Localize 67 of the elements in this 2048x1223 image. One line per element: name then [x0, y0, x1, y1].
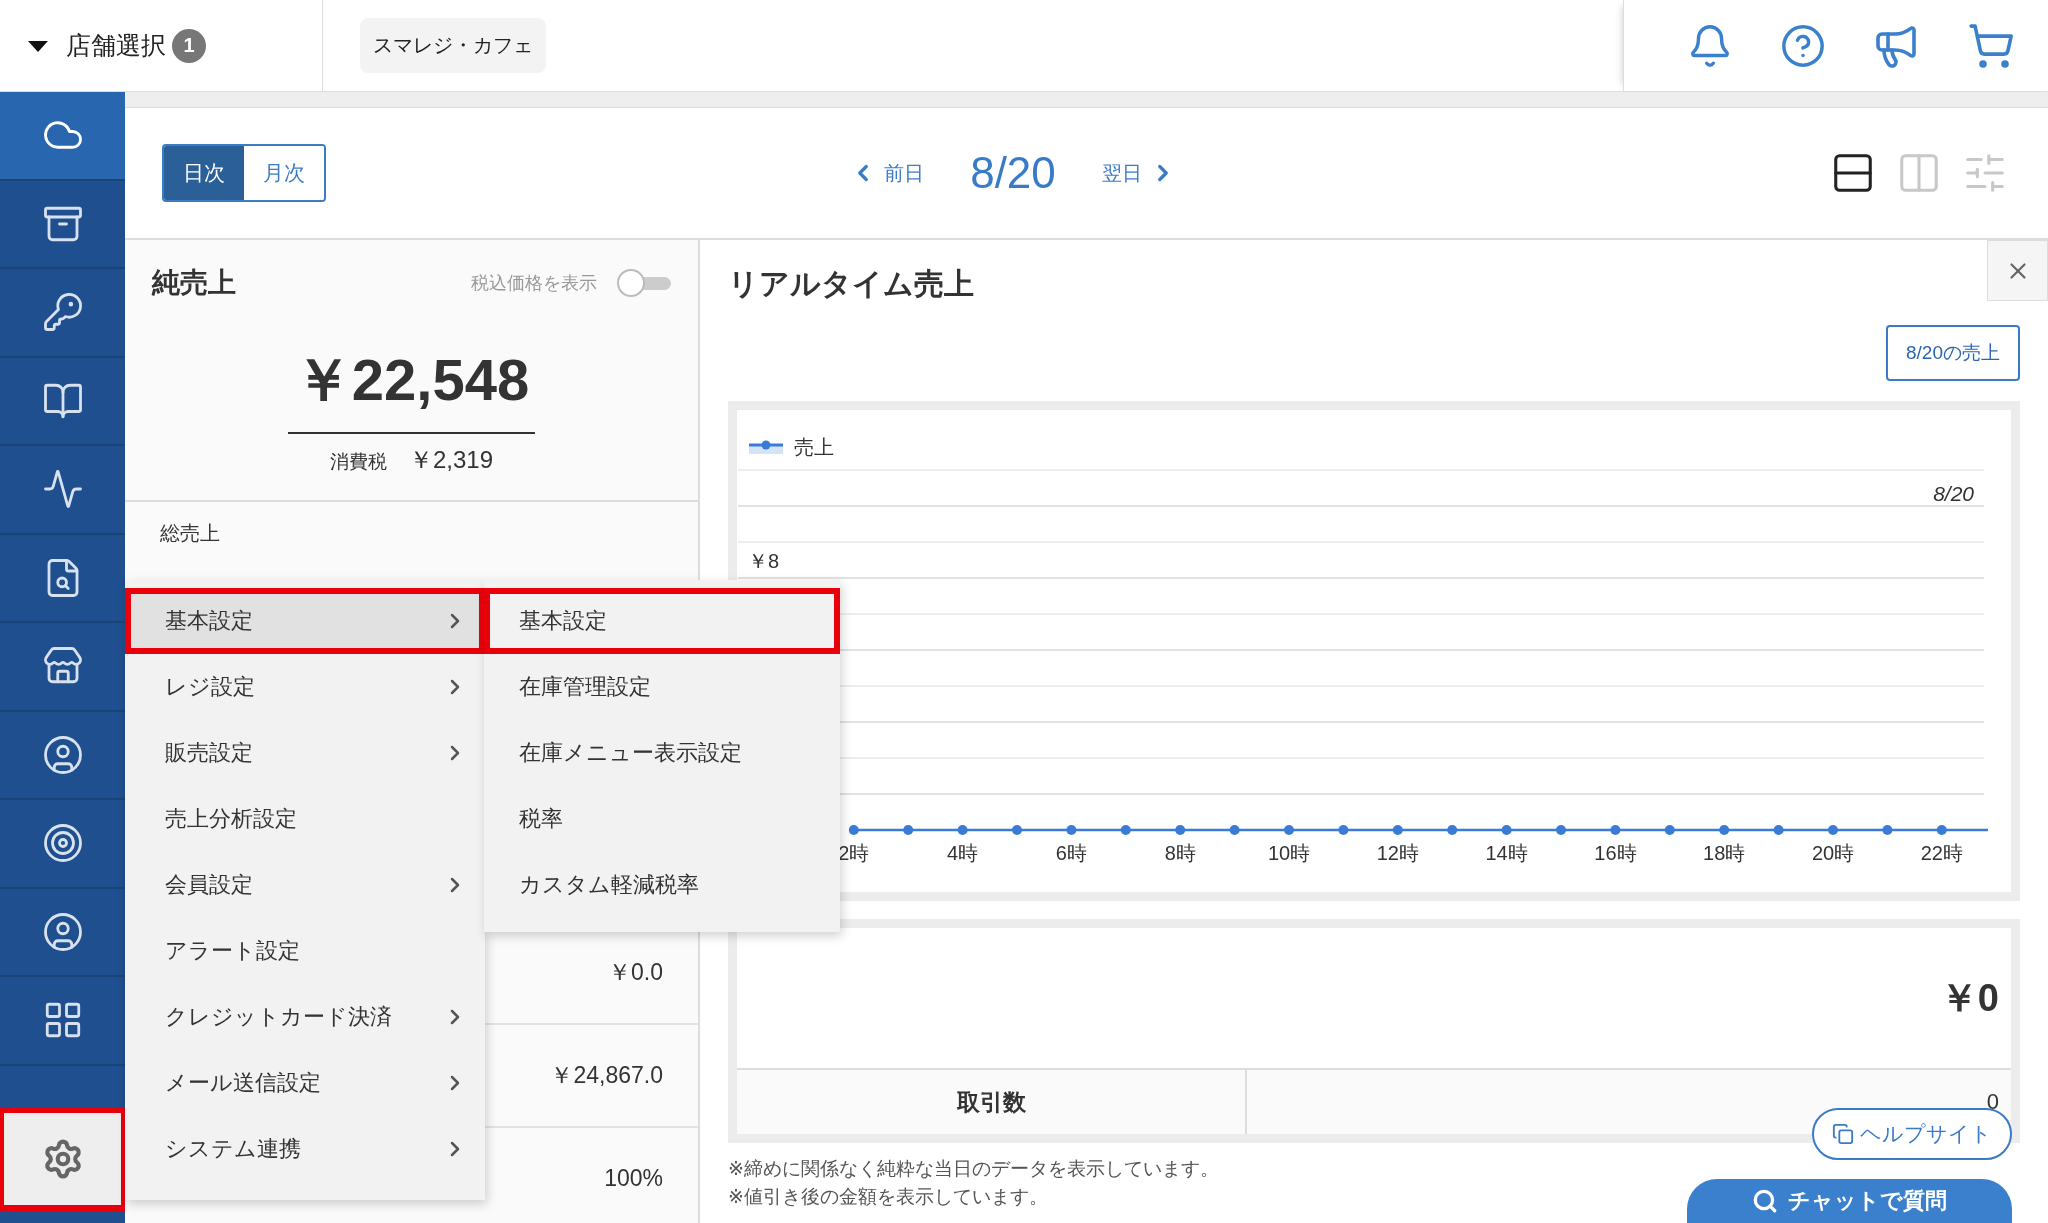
help-icon[interactable]: [1779, 22, 1826, 69]
search-icon: [1752, 1188, 1778, 1214]
chat-button[interactable]: チャットで質問: [1687, 1179, 2012, 1223]
x-axis-label: 12時: [1376, 842, 1419, 864]
settings-button[interactable]: [0, 1109, 125, 1209]
cart-icon[interactable]: [1966, 21, 2015, 70]
next-day-link[interactable]: 翌日: [1095, 158, 1182, 188]
x-axis-label: 18時: [1703, 842, 1746, 864]
sidebar-item[interactable]: [0, 92, 125, 181]
menu-item[interactable]: レジ設定: [125, 654, 485, 720]
windows-icon: [1832, 1123, 1854, 1145]
menu-item[interactable]: 基本設定: [125, 588, 485, 654]
menu-item[interactable]: クレジットカード決済: [125, 984, 485, 1050]
x-axis-label: 14時: [1485, 842, 1528, 864]
table-header-cell: 取引数: [737, 1070, 1247, 1134]
toggle-label: 税込価格を表示: [471, 272, 597, 295]
net-sales-amount: ￥22,548: [287, 342, 536, 434]
menu-item[interactable]: 会員設定: [125, 852, 485, 918]
key-icon: [41, 291, 84, 334]
x-axis-label: 16時: [1594, 842, 1637, 864]
store-chip: スマレジ・カフェ: [360, 18, 546, 73]
x-axis-label: 8時: [1164, 842, 1196, 864]
menu-item[interactable]: システム連携: [125, 1116, 485, 1182]
x-axis-label: 6時: [1055, 842, 1087, 864]
tax-toggle[interactable]: [617, 269, 671, 297]
menu-item[interactable]: 販売設定: [125, 720, 485, 786]
store-selector[interactable]: 店舗選択: [66, 29, 166, 62]
target-icon: [41, 822, 84, 865]
footnote: ※値引き後の金額を表示しています。: [728, 1185, 1048, 1209]
x-axis-label: 22時: [1920, 842, 1963, 864]
menu-item[interactable]: アラート設定: [125, 918, 485, 984]
period-tab[interactable]: 日次: [164, 146, 244, 200]
x-axis-label: 20時: [1811, 842, 1855, 864]
row-label: 総売上: [160, 521, 220, 546]
x-axis-label: 4時: [947, 842, 979, 864]
total-amount: ￥0: [1939, 975, 1999, 1021]
row-value: ￥0.0: [608, 958, 663, 987]
tax-label: 消費税: [329, 450, 387, 474]
user-icon: [41, 733, 84, 776]
legend-label: 売上: [794, 434, 834, 460]
previous-day-link[interactable]: 前日: [844, 158, 931, 188]
menu-item[interactable]: メール送信設定: [125, 1050, 485, 1116]
submenu-item[interactable]: カスタム軽減税率: [484, 852, 840, 918]
submenu-item[interactable]: 在庫メニュー表示設定: [484, 720, 840, 786]
tax-amount: ￥2,319: [408, 445, 494, 475]
row-value: ￥24,867.0: [550, 1061, 663, 1090]
footnote: ※締めに関係なく純粋な当日のデータを表示しています。: [728, 1157, 1219, 1181]
x-axis-label: 10時: [1267, 842, 1311, 864]
y-axis-label: ￥8: [748, 550, 780, 572]
daily-sales-button[interactable]: 8/20の売上: [1886, 325, 2020, 381]
close-button[interactable]: [1987, 240, 2048, 301]
submenu-item[interactable]: 税率: [484, 786, 840, 852]
panel-title: 純売上: [152, 266, 236, 300]
user-icon: [41, 910, 84, 953]
trend-line-icon: [41, 468, 84, 511]
submenu-item[interactable]: 在庫管理設定: [484, 654, 840, 720]
help-site-button[interactable]: ヘルプサイト: [1812, 1108, 2012, 1160]
submenu-item[interactable]: 基本設定: [484, 588, 840, 654]
legend-line-icon: [748, 440, 784, 454]
menu-item[interactable]: 売上分析設定: [125, 786, 485, 852]
current-date: 8/20: [970, 148, 1056, 198]
panel-title: リアルタイム売上: [728, 266, 975, 302]
count-badge: 1: [172, 28, 206, 63]
caret-icon[interactable]: [28, 38, 48, 53]
row-value: 100%: [604, 1165, 663, 1192]
x-axis-label: 2時: [838, 842, 870, 864]
chart-date-label: 8/20: [1933, 482, 1974, 505]
